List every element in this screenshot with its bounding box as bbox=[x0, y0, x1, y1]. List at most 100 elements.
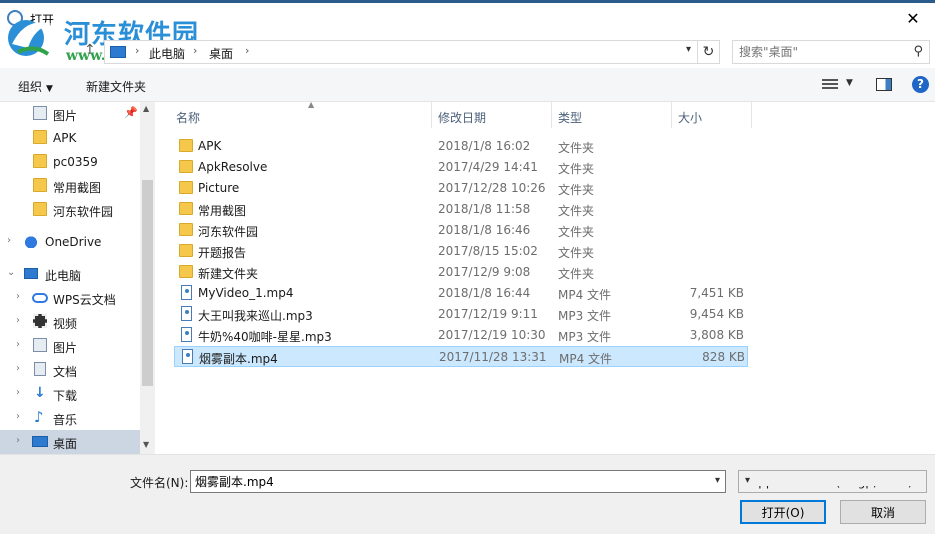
document-icon bbox=[34, 362, 46, 376]
nav-item-hedong[interactable]: 河东软件园 bbox=[0, 198, 140, 222]
nav-item-onedrive[interactable]: › OneDrive bbox=[0, 230, 140, 254]
search-box[interactable]: ⚲ bbox=[732, 40, 930, 64]
help-icon[interactable]: ? bbox=[912, 76, 929, 93]
nav-item-wps-cloud[interactable]: › WPS云文档 bbox=[0, 286, 140, 310]
nav-item-documents[interactable]: › 文档 bbox=[0, 358, 140, 382]
file-row[interactable]: APK 2018/1/8 16:02 文件夹 bbox=[174, 136, 748, 157]
nav-item-this-pc[interactable]: ⌄ 此电脑 bbox=[0, 262, 140, 286]
address-bar[interactable]: › 此电脑 › 桌面 › ▾ bbox=[104, 40, 698, 64]
music-icon bbox=[34, 410, 48, 424]
scroll-up-icon[interactable]: ▲ bbox=[143, 104, 149, 113]
column-header-modified[interactable]: 修改日期 bbox=[432, 102, 552, 128]
column-header-name[interactable]: 名称 ▲ bbox=[170, 100, 432, 128]
breadcrumb-this-pc[interactable]: 此电脑 bbox=[149, 45, 185, 62]
file-row[interactable]: Picture 2017/12/28 10:26 文件夹 bbox=[174, 178, 748, 199]
file-modified: 2017/12/19 10:30 bbox=[438, 328, 546, 342]
file-row[interactable]: 常用截图 2018/1/8 11:58 文件夹 bbox=[174, 199, 748, 220]
video-icon bbox=[33, 314, 47, 328]
breadcrumb-separator[interactable]: › bbox=[135, 44, 139, 57]
chevron-down-icon: ▼ bbox=[46, 84, 53, 94]
file-row[interactable]: 烟雾副本.mp4 2017/11/28 13:31 MP4 文件 828 KB bbox=[174, 346, 748, 367]
column-headers: 名称 ▲ 修改日期 类型 大小 bbox=[160, 100, 935, 128]
nav-item-desktop[interactable]: › 桌面 bbox=[0, 430, 140, 454]
chevron-down-icon[interactable]: ▾ bbox=[715, 475, 720, 486]
column-header-size[interactable]: 大小 bbox=[672, 102, 752, 128]
cancel-button[interactable]: 取消 bbox=[840, 500, 926, 524]
file-name: 烟雾副本.mp4 bbox=[199, 352, 278, 366]
organize-button[interactable]: 组织 ▼ bbox=[18, 78, 53, 95]
file-row[interactable]: 大王叫我来巡山.mp3 2017/12/19 9:11 MP3 文件 9,454 KB bbox=[174, 304, 748, 325]
address-row: ↑ › 此电脑 › 桌面 › ▾ ↻ ⚲ bbox=[0, 34, 935, 68]
nav-item-pictures-quick[interactable]: 图片 📌 bbox=[0, 102, 140, 126]
file-size: 828 KB bbox=[702, 350, 745, 364]
file-type: 文件夹 bbox=[558, 225, 595, 239]
chevron-down-icon[interactable]: ▾ bbox=[743, 475, 921, 486]
nav-item-pictures[interactable]: › 图片 bbox=[0, 334, 140, 358]
file-size: 9,454 KB bbox=[689, 307, 744, 321]
folder-icon bbox=[33, 154, 47, 168]
chevron-down-icon[interactable]: ▾ bbox=[686, 44, 691, 55]
nav-item-screenshots[interactable]: 常用截图 bbox=[0, 174, 140, 198]
file-row[interactable]: MyVideo_1.mp4 2018/1/8 16:44 MP4 文件 7,451 K… bbox=[174, 283, 748, 304]
breadcrumb-desktop[interactable]: 桌面 bbox=[209, 45, 233, 62]
file-row[interactable]: 新建文件夹 2017/12/9 9:08 文件夹 bbox=[174, 262, 748, 283]
nav-scrollbar[interactable]: ▲ ▼ bbox=[140, 102, 155, 454]
nav-item-videos[interactable]: › 视频 bbox=[0, 310, 140, 334]
nav-item-apk[interactable]: APK bbox=[0, 126, 140, 150]
nav-item-label: 常用截图 bbox=[53, 181, 102, 195]
folder-icon bbox=[179, 181, 193, 194]
expand-arrow-icon[interactable]: › bbox=[16, 339, 20, 350]
filename-input[interactable] bbox=[191, 471, 701, 492]
media-file-icon bbox=[182, 349, 193, 364]
search-icon[interactable]: ⚲ bbox=[913, 44, 923, 59]
nav-item-pc0359[interactable]: pc0359 bbox=[0, 150, 140, 174]
expand-arrow-icon[interactable]: › bbox=[16, 291, 20, 302]
up-arrow-icon[interactable]: ↑ bbox=[84, 42, 96, 58]
expand-arrow-icon[interactable]: › bbox=[16, 315, 20, 326]
search-input[interactable] bbox=[733, 41, 903, 63]
file-type: MP4 文件 bbox=[558, 288, 612, 302]
breadcrumb-separator[interactable]: › bbox=[245, 44, 249, 57]
file-row[interactable]: ApkResolve 2017/4/29 14:41 文件夹 bbox=[174, 157, 748, 178]
scroll-down-icon[interactable]: ▼ bbox=[143, 440, 149, 449]
sort-up-icon: ▲ bbox=[308, 100, 315, 109]
column-header-type[interactable]: 类型 bbox=[552, 102, 672, 128]
file-size: 3,808 KB bbox=[689, 328, 744, 342]
new-folder-button[interactable]: 新建文件夹 bbox=[86, 78, 146, 95]
expand-arrow-icon[interactable]: › bbox=[16, 435, 20, 446]
expand-arrow-icon[interactable]: › bbox=[16, 387, 20, 398]
chevron-down-icon[interactable]: ▼ bbox=[846, 78, 853, 88]
filename-combobox[interactable]: ▾ bbox=[190, 470, 726, 493]
expand-arrow-icon[interactable]: › bbox=[16, 363, 20, 374]
dialog-footer: 文件名(N): ▾ Supported Files(*.3gp;*.aac;* … bbox=[0, 454, 935, 534]
media-file-icon bbox=[181, 285, 192, 300]
file-type-filter[interactable]: Supported Files(*.3gp;*.aac;* ▾ bbox=[738, 470, 927, 493]
nav-item-label: APK bbox=[53, 131, 77, 145]
file-name: 开题报告 bbox=[198, 246, 247, 260]
this-pc-icon bbox=[24, 268, 38, 279]
nav-item-label: pc0359 bbox=[53, 155, 98, 169]
file-row[interactable]: 开题报告 2017/8/15 15:02 文件夹 bbox=[174, 241, 748, 262]
expand-arrow-icon[interactable]: › bbox=[16, 411, 20, 422]
scrollbar-thumb[interactable] bbox=[142, 180, 153, 386]
file-modified: 2018/1/8 16:02 bbox=[438, 139, 531, 153]
expand-arrow-icon[interactable]: › bbox=[7, 235, 11, 246]
nav-item-music[interactable]: › 音乐 bbox=[0, 406, 140, 430]
preview-pane-icon[interactable] bbox=[876, 78, 892, 91]
file-type: 文件夹 bbox=[558, 183, 595, 197]
collapse-arrow-icon[interactable]: ⌄ bbox=[7, 267, 15, 278]
refresh-button[interactable]: ↻ bbox=[698, 40, 720, 64]
file-row[interactable]: 河东软件园 2018/1/8 16:46 文件夹 bbox=[174, 220, 748, 241]
file-name: Picture bbox=[198, 181, 240, 195]
nav-item-downloads[interactable]: › 下载 bbox=[0, 382, 140, 406]
filename-label: 文件名(N): bbox=[130, 476, 189, 490]
download-icon bbox=[34, 386, 48, 400]
open-button[interactable]: 打开(O) bbox=[740, 500, 826, 524]
file-name: 新建文件夹 bbox=[198, 267, 259, 281]
breadcrumb-separator[interactable]: › bbox=[193, 44, 197, 57]
pin-icon[interactable]: 📌 bbox=[124, 106, 138, 119]
file-modified: 2017/12/9 9:08 bbox=[438, 265, 531, 279]
file-row[interactable]: 牛奶%40咖啡-星星.mp3 2017/12/19 10:30 MP3 文件 3,80… bbox=[174, 325, 748, 346]
view-options-icon[interactable] bbox=[822, 77, 838, 91]
close-button[interactable]: ✕ bbox=[891, 3, 935, 34]
